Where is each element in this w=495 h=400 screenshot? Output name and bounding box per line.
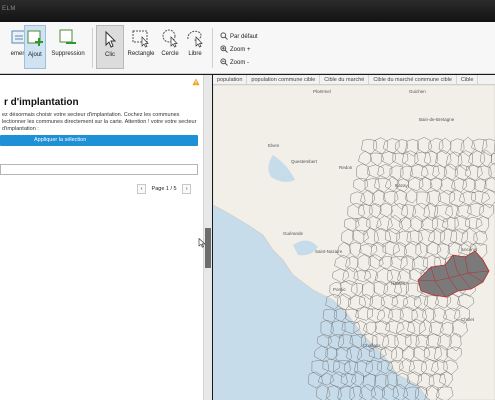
selection-panel: r d'implantation ez désormais choisir vo… — [0, 75, 203, 400]
zoom-in-button[interactable]: Zoom + — [220, 45, 251, 55]
splitter-handle[interactable] — [205, 228, 211, 268]
map-place-label: Elven — [268, 143, 280, 148]
zoom-out-label: Zoom - — [230, 60, 250, 66]
zoom-out-icon — [220, 58, 228, 66]
pagination: ‹ Page 1 / 5 › — [137, 184, 192, 195]
tab-cible-du-marche[interactable]: Cible du marché — [320, 75, 370, 84]
title-bar: ELM — [0, 0, 495, 22]
ribbon-toolbar: ement Ajout Suppression Clic Rectangle C… — [0, 22, 495, 74]
zoom-default-button[interactable]: Par défaut — [220, 32, 258, 42]
map-place-label: Nantes — [391, 281, 406, 286]
page-indicator: Page 1 / 5 — [151, 186, 177, 192]
ribbon-button-libre[interactable]: Libre — [183, 25, 207, 69]
map-place-label: Guichen — [409, 89, 426, 94]
mouse-cursor-icon — [198, 238, 206, 248]
ribbon-button-clic[interactable]: Clic — [96, 25, 124, 69]
ribbon-separator — [212, 28, 213, 68]
circle-select-icon — [162, 29, 178, 48]
tab-cible-du-marche-commune-cible[interactable]: Cible du marché commune cible — [369, 75, 457, 84]
panel-description: ez désormais choisir votre secteur d'imp… — [2, 112, 197, 132]
warning-icon[interactable] — [192, 78, 200, 86]
map-place-label: Challans — [363, 343, 381, 348]
ribbon-button-label: Suppression — [51, 51, 85, 57]
ribbon-button-label: Rectangle — [127, 51, 155, 57]
prev-page-button[interactable]: ‹ — [137, 184, 146, 194]
zoom-in-label: Zoom + — [230, 47, 251, 53]
ribbon-button-rectangle[interactable]: Rectangle — [126, 25, 156, 69]
remove-selection-icon — [59, 29, 76, 44]
map-place-label: Redon — [339, 165, 353, 170]
zoom-in-icon — [220, 45, 228, 53]
map-place-label: Ploërmel — [313, 89, 331, 94]
ribbon-button-ajout[interactable]: Ajout — [24, 25, 46, 69]
map-place-label: Nozay — [395, 183, 409, 188]
ribbon-button-suppression[interactable]: Suppression — [48, 25, 88, 69]
map-place-label: Guérande — [283, 231, 304, 236]
ribbon-button-label: Libre — [188, 51, 202, 57]
map-place-label: Ancenis — [461, 247, 478, 252]
apply-selection-button[interactable]: Appliquer la sélection — [0, 135, 198, 146]
rectangle-select-icon — [132, 30, 149, 48]
ribbon-button-label: Cercle — [161, 51, 179, 57]
cursor-click-icon — [105, 30, 117, 48]
tab-cible[interactable]: Cible — [457, 75, 479, 84]
panel-title: r d'implantation — [4, 97, 79, 108]
sector-input[interactable] — [0, 164, 198, 175]
zoom-out-button[interactable]: Zoom - — [220, 58, 249, 68]
zoom-default-label: Par défaut — [230, 34, 258, 40]
map-place-label: Saint-Nazaire — [315, 249, 343, 254]
zoom-default-icon — [220, 32, 228, 40]
ribbon-button-label: Clic — [105, 52, 115, 58]
map-place-label: Cholet — [461, 317, 475, 322]
panel-header — [0, 75, 203, 89]
next-page-button[interactable]: › — [182, 184, 192, 194]
freehand-select-icon — [187, 30, 203, 48]
ribbon-button-cercle[interactable]: Cercle — [158, 25, 182, 69]
window-title: ELM — [2, 6, 16, 12]
ribbon-separator — [92, 28, 93, 68]
tab-population[interactable]: population — [213, 75, 248, 84]
ribbon-button-label: Ajout — [28, 52, 42, 58]
map-place-label: Bain-de-Bretagne — [419, 117, 455, 122]
tab-population-commune-cible[interactable]: population commune cible — [247, 75, 321, 84]
map-place-label: Pornic — [333, 287, 347, 292]
add-selection-icon — [27, 30, 43, 46]
map-place-label: Questembert — [291, 159, 318, 164]
map-view: population population commune cible Cible … — [213, 75, 495, 400]
map-layer-tabs: population population commune cible Cible … — [213, 75, 495, 85]
map-canvas[interactable]: Ploërmel Guichen Elven Bain-de-Bretagne … — [213, 85, 495, 400]
